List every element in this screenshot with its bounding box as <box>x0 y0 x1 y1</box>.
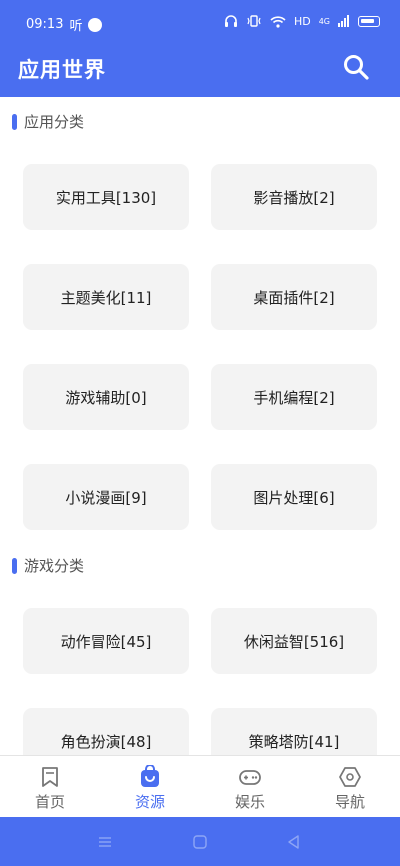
nav-item-home[interactable]: 首页 <box>0 756 100 817</box>
category-tile-game-tools[interactable]: 游戏辅助[0] <box>23 364 189 430</box>
nav-label: 首页 <box>34 793 65 811</box>
gamepad-icon <box>239 770 261 785</box>
status-carrier: 听 <box>69 19 83 34</box>
vibrate-icon <box>247 15 261 27</box>
home-key-icon[interactable] <box>192 834 208 850</box>
category-tile-strategy[interactable]: 策略塔防[41] <box>211 708 377 755</box>
category-tile-utilities[interactable]: 实用工具[130] <box>23 164 189 230</box>
wifi-icon <box>270 15 286 28</box>
system-nav-bar <box>0 817 400 866</box>
category-tile-programming[interactable]: 手机编程[2] <box>211 364 377 430</box>
bottom-navigation: 首页 资源 娱乐 导航 <box>0 755 400 817</box>
menu-key-icon[interactable] <box>97 834 113 850</box>
category-tile-novels[interactable]: 小说漫画[9] <box>23 464 189 530</box>
category-tile-casual[interactable]: 休闲益智[516] <box>211 608 377 674</box>
status-time: 09:13 <box>26 17 64 32</box>
nav-label: 导航 <box>334 793 365 811</box>
section-title-text: 游戏分类 <box>24 557 85 575</box>
category-tile-media[interactable]: 影音播放[2] <box>211 164 377 230</box>
search-icon[interactable] <box>342 53 370 81</box>
status-left: 09:13 听 <box>26 15 103 34</box>
signal-label: 4G <box>318 16 330 26</box>
bookmark-icon <box>42 767 58 787</box>
category-tile-widgets[interactable]: 桌面插件[2] <box>211 264 377 330</box>
section-title-games: 游戏分类 <box>12 555 84 576</box>
section-title-apps: 应用分类 <box>12 111 84 132</box>
headphones-icon <box>224 15 237 27</box>
category-tile-images[interactable]: 图片处理[6] <box>211 464 377 530</box>
nav-item-navigation[interactable]: 导航 <box>300 756 400 817</box>
section-title-text: 应用分类 <box>24 113 85 131</box>
nav-label: 娱乐 <box>234 793 265 811</box>
app-bar: 应用世界 <box>0 44 400 97</box>
category-content[interactable]: 应用分类 实用工具[130] 影音播放[2] 主题美化[11] 桌面插件[2] … <box>0 97 400 755</box>
section-marker <box>12 557 17 574</box>
bag-icon <box>141 765 159 787</box>
status-bar: 09:13 听 HD 4G <box>0 0 400 44</box>
category-tile-themes[interactable]: 主题美化[11] <box>23 264 189 330</box>
nav-label: 资源 <box>134 793 165 811</box>
back-key-icon[interactable] <box>286 834 302 850</box>
nav-item-resources[interactable]: 资源 <box>100 756 200 817</box>
category-tile-rpg[interactable]: 角色扮演[48] <box>23 708 189 755</box>
hexagon-icon <box>339 767 361 787</box>
nav-item-entertainment[interactable]: 娱乐 <box>200 756 300 817</box>
notification-icon <box>88 17 103 32</box>
section-marker <box>12 113 17 130</box>
category-tile-action[interactable]: 动作冒险[45] <box>23 608 189 674</box>
status-right: HD 4G <box>224 14 380 28</box>
signal-icon <box>338 15 349 27</box>
network-type-label: HD <box>293 14 311 28</box>
battery-icon <box>358 15 380 27</box>
page-title: 应用世界 <box>18 58 106 82</box>
